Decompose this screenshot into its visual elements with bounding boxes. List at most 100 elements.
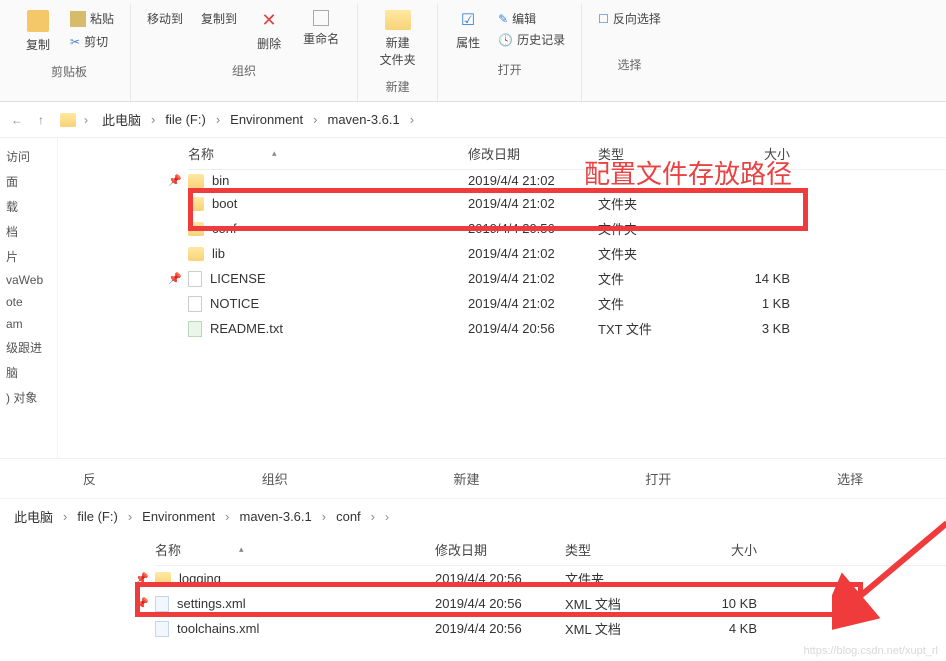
sidebar-item[interactable]: am [0,313,57,335]
lower-sidebar-item[interactable]: 反 [83,469,96,488]
breadcrumb-item[interactable]: Environment [136,507,221,526]
pin-icon: 📌 [135,597,149,610]
file-name: conf [212,221,237,236]
rename-button[interactable]: 重命名 [297,8,345,49]
col-date[interactable]: 修改日期 [468,144,598,163]
sidebar-item[interactable]: 级跟进 [0,335,57,360]
breadcrumb-item[interactable]: 此电脑 [8,505,59,528]
file-size: 1 KB [728,296,798,311]
file-row[interactable]: boot2019/4/4 21:02文件夹 [188,191,946,216]
file-type: 文件夹 [598,244,728,263]
breadcrumb-item[interactable]: 此电脑 [96,108,147,131]
properties-button[interactable]: ☑属性 [450,8,486,53]
delete-icon: ✕ [262,10,277,31]
file-type: 文件 [598,269,728,288]
file-name: NOTICE [210,296,259,311]
invert-select-button[interactable]: ☐反向选择 [594,8,665,29]
watermark: https://blog.csdn.net/xupt_rl [803,645,938,657]
file-name: logging [179,571,221,586]
history-icon: 🕓 [498,33,513,47]
edit-button[interactable]: ✎编辑 [494,8,569,29]
breadcrumb-item[interactable]: maven-3.6.1 [321,110,405,129]
file-size: 10 KB [695,596,765,611]
chevron-right-icon: › [311,112,319,127]
file-type: 文件夹 [598,219,728,238]
organize-label[interactable]: 组织 [262,469,288,488]
file-date: 2019/4/4 21:02 [468,173,598,188]
main-area: 访问面载档片vaWeboteam级跟进脑) 对象 名称▴ 修改日期 类型 大小 … [0,138,946,458]
sidebar-item[interactable]: ) 对象 [0,385,57,410]
file-row[interactable]: lib2019/4/4 21:02文件夹 [188,241,946,266]
col-date[interactable]: 修改日期 [435,540,565,559]
open-label[interactable]: 打开 [645,469,671,488]
ribbon-group-clipboard: 复制 粘贴 ✂剪切 剪贴板 [8,4,131,101]
file-row[interactable]: 📌settings.xml2019/4/4 20:56XML 文档10 KB [155,591,946,616]
breadcrumb-item[interactable]: maven-3.6.1 [233,507,317,526]
chevron-right-icon: › [61,509,69,524]
newfolder-button[interactable]: 新建 文件夹 [374,8,422,70]
pin-icon: 📌 [135,572,149,585]
new-label[interactable]: 新建 [453,469,479,488]
paste-button[interactable]: 粘贴 [66,8,118,29]
sidebar-item[interactable]: ote [0,291,57,313]
folder-icon [188,174,204,188]
sidebar-item[interactable]: 面 [0,169,57,194]
breadcrumb-item[interactable]: file (F:) [159,110,211,129]
file-date: 2019/4/4 20:56 [435,596,565,611]
copyto-button[interactable]: 复制到 [197,8,241,29]
file-row[interactable]: 📌LICENSE2019/4/4 21:02文件14 KB [188,266,946,291]
col-type[interactable]: 类型 [598,144,728,163]
copy-button[interactable]: 复制 [20,8,56,55]
file-row[interactable]: README.txt2019/4/4 20:56TXT 文件3 KB [188,316,946,341]
back-button[interactable]: ← [8,111,26,129]
sidebar-item[interactable]: vaWeb [0,269,57,291]
sort-arrow-icon: ▴ [239,544,244,555]
col-name[interactable]: 名称▴ [155,540,435,559]
file-row[interactable]: NOTICE2019/4/4 21:02文件1 KB [188,291,946,316]
chevron-right-icon: › [223,509,231,524]
file-icon [188,271,202,287]
file-rows: 📌bin2019/4/4 21:02boot2019/4/4 21:02文件夹c… [188,170,946,341]
file-row[interactable]: 📌logging2019/4/4 20:56文件夹 [155,566,946,591]
pin-icon: 📌 [168,174,182,187]
ribbon-group-organize: 移动到 复制到 ✕删除 重命名 组织 [131,4,358,101]
col-size[interactable]: 大小 [695,540,765,559]
file-row[interactable]: 📌bin2019/4/4 21:02 [188,170,946,191]
txt-icon [188,321,202,337]
sidebar-item[interactable]: 访问 [0,144,57,169]
sidebar-item[interactable]: 载 [0,194,57,219]
folder-icon [188,222,204,236]
file-date: 2019/4/4 20:56 [435,571,565,586]
file-row[interactable]: conf2019/4/4 20:56文件夹 [188,216,946,241]
sidebar-item[interactable]: 片 [0,244,57,269]
history-button[interactable]: 🕓历史记录 [494,29,569,50]
moveto-button[interactable]: 移动到 [143,8,187,29]
sidebar-item[interactable]: 档 [0,219,57,244]
file-name: settings.xml [177,596,246,611]
breadcrumb-item[interactable]: file (F:) [71,507,123,526]
col-name[interactable]: 名称▴ [188,144,468,163]
lower-file-panel: 名称▴ 修改日期 类型 大小 📌logging2019/4/4 20:56文件夹… [0,534,946,641]
file-size: 14 KB [728,271,798,286]
file-size: 3 KB [728,321,798,336]
breadcrumb-item[interactable]: conf [330,507,367,526]
col-size[interactable]: 大小 [728,144,798,163]
file-row[interactable]: toolchains.xml2019/4/4 20:56XML 文档4 KB [155,616,946,641]
select-label[interactable]: 选择 [837,469,863,488]
col-type[interactable]: 类型 [565,540,695,559]
chevron-right-icon: › [214,112,222,127]
file-icon [188,296,202,312]
file-size: 4 KB [695,621,765,636]
file-type: XML 文档 [565,594,695,613]
breadcrumb-item[interactable]: Environment [224,110,309,129]
invert-icon: ☐ [598,12,609,26]
delete-button[interactable]: ✕删除 [251,8,287,54]
cut-button[interactable]: ✂剪切 [66,31,118,52]
xml-icon [155,621,169,637]
address-bar-2: 此电脑›file (F:)›Environment›maven-3.6.1›co… [0,498,946,534]
sidebar-item[interactable]: 脑 [0,360,57,385]
file-name: boot [212,196,237,211]
breadcrumb: 此电脑›file (F:)›Environment›maven-3.6.1› [96,108,416,131]
file-date: 2019/4/4 20:56 [435,621,565,636]
up-button[interactable]: ↑ [32,111,50,129]
